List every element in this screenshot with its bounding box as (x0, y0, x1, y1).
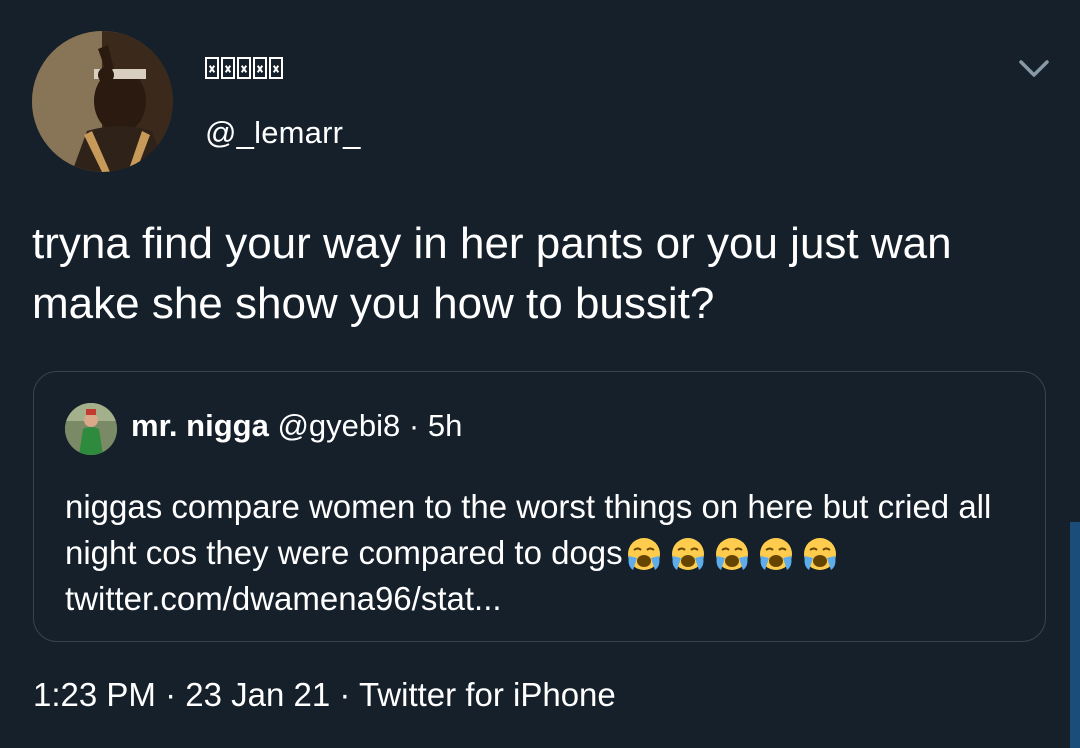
missing-glyph-box (253, 57, 267, 79)
missing-glyph-box (237, 57, 251, 79)
author-handle[interactable]: @_lemarr_ (205, 115, 361, 151)
quoted-avatar-image (65, 403, 117, 455)
loudly-crying-face-icon (755, 536, 797, 570)
tweet-date[interactable]: 23 Jan 21 (185, 676, 330, 713)
scrollbar[interactable] (1070, 522, 1080, 748)
quoted-tweet-link[interactable]: twitter.com/dwamena96/stat... (65, 580, 502, 617)
author-display-name[interactable] (205, 57, 283, 79)
separator-dot: · (408, 408, 420, 443)
tweet-source[interactable]: Twitter for iPhone (359, 676, 616, 713)
author-avatar[interactable] (32, 31, 173, 172)
loudly-crying-face-icon (667, 536, 709, 570)
tweet-detail-screen: @_lemarr_ tryna find your way in her pan… (0, 0, 1080, 748)
tweet-text: tryna find your way in her pants or you … (32, 219, 952, 328)
separator-dot: · (165, 676, 177, 713)
quoted-tweet-time[interactable]: 5h (428, 408, 462, 443)
tweet-time[interactable]: 1:23 PM (33, 676, 156, 713)
loudly-crying-face-icon (623, 536, 665, 570)
quoted-author-handle[interactable]: @gyebi8 (277, 408, 400, 443)
quoted-tweet-body: niggas compare women to the worst things… (65, 484, 1025, 622)
quoted-author-name[interactable]: mr. nigga (131, 408, 269, 443)
loudly-crying-face-icon (799, 536, 841, 570)
separator-dot: · (339, 676, 351, 713)
quoted-tweet-text: niggas compare women to the worst things… (65, 488, 992, 571)
chevron-down-icon[interactable] (1016, 54, 1052, 82)
missing-glyph-box (221, 57, 235, 79)
quoted-author-avatar[interactable] (65, 403, 117, 455)
quoted-tweet-card[interactable]: mr. nigga @gyebi8 · 5h niggas compare wo… (33, 371, 1046, 642)
quoted-tweet-header: mr. nigga @gyebi8 · 5h (131, 408, 462, 444)
missing-glyph-box (205, 57, 219, 79)
author-avatar-image (32, 31, 173, 172)
loudly-crying-face-icon (711, 536, 753, 570)
tweet-meta: 1:23 PM · 23 Jan 21 · Twitter for iPhone (33, 676, 616, 714)
missing-glyph-box (269, 57, 283, 79)
